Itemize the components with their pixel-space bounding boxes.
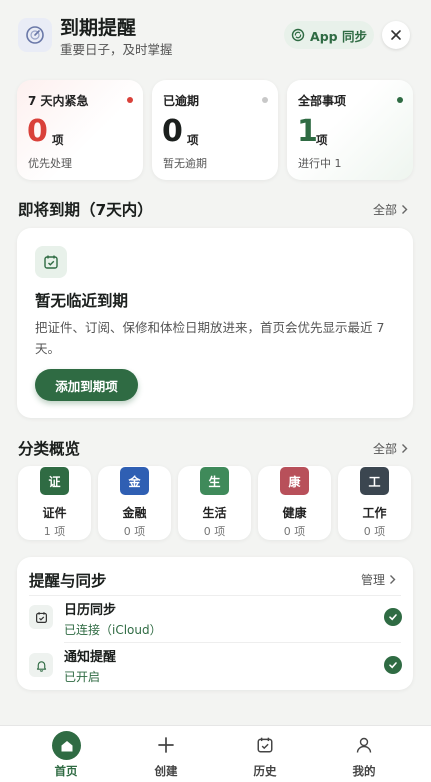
stat-value: 0 [27, 114, 48, 149]
category-name: 生活 [202, 506, 227, 520]
category-card-life[interactable]: 生 生活 0 项 [178, 466, 251, 540]
category-badge: 工 [360, 467, 389, 495]
category-count: 0 项 [283, 525, 306, 538]
chevron-right-icon [402, 444, 408, 453]
bottom-nav: 首页 创建 历史 我的 [0, 725, 431, 782]
empty-description: 把证件、订阅、保修和体检日期放进来，首页会优先显示最近 7 天。 [35, 320, 385, 356]
nav-item-history[interactable]: 历史 [230, 726, 300, 782]
link-label: 全部 [373, 203, 398, 217]
upcoming-empty-card: 暂无临近到期 把证件、订阅、保修和体检日期放进来，首页会优先显示最近 7 天。 … [17, 228, 413, 418]
category-name: 健康 [282, 506, 307, 520]
reminders-section-title: 提醒与同步 [29, 572, 107, 590]
close-button[interactable] [382, 21, 410, 49]
app-sync-button[interactable]: App 同步 [284, 21, 374, 49]
stat-card-all[interactable]: 全部事项 1 项 进行中 1 [287, 80, 413, 180]
nav-label: 创建 [154, 764, 178, 778]
close-icon [391, 30, 401, 40]
nav-label: 历史 [253, 764, 277, 778]
stat-value: 0 [162, 114, 183, 149]
check-icon [384, 656, 402, 674]
stat-unit: 项 [316, 133, 328, 147]
category-name: 金融 [122, 506, 147, 520]
chevron-right-icon [390, 575, 396, 584]
categories-all-link[interactable]: 全部 [373, 440, 408, 457]
category-card-documents[interactable]: 证 证件 1 项 [18, 466, 91, 540]
stat-value: 1 [297, 114, 318, 149]
stat-desc: 暂无逾期 [163, 157, 207, 170]
stat-label: 已逾期 [163, 94, 200, 108]
app-logo [18, 18, 52, 52]
upcoming-section-title: 即将到期（7天内） [18, 201, 153, 219]
nav-item-create[interactable]: 创建 [131, 726, 201, 782]
stat-unit: 项 [52, 133, 64, 147]
plus-icon [157, 736, 175, 758]
category-count: 0 项 [203, 525, 226, 538]
stat-label: 全部事项 [298, 94, 347, 108]
divider [29, 595, 401, 596]
category-card-work[interactable]: 工 工作 0 项 [338, 466, 411, 540]
categories-section-title: 分类概览 [18, 440, 81, 458]
status-dot [262, 97, 268, 103]
category-badge: 证 [40, 467, 69, 495]
chevron-right-icon [402, 205, 408, 214]
nav-label: 我的 [352, 764, 376, 778]
category-badge: 康 [280, 467, 309, 495]
app-sync-label: App 同步 [310, 28, 367, 44]
link-label: 全部 [373, 442, 398, 456]
nav-item-profile[interactable]: 我的 [329, 726, 399, 782]
reminder-row-status: 已开启 [64, 670, 101, 684]
stat-card-urgent[interactable]: 7 天内紧急 0 项 优先处理 [17, 80, 143, 180]
stat-label: 7 天内紧急 [28, 94, 89, 108]
link-label: 管理 [361, 573, 386, 587]
reminders-card: 提醒与同步 管理 日历同步 已连接（iCloud） 通知提醒 已开启 [17, 557, 413, 690]
sync-icon [291, 28, 305, 42]
clock-icon [26, 26, 44, 44]
category-count: 0 项 [363, 525, 386, 538]
nav-item-home[interactable]: 首页 [31, 726, 101, 782]
page-subtitle: 重要日子，及时掌握 [60, 42, 173, 57]
reminder-row-status: 已连接（iCloud） [64, 623, 162, 637]
category-badge: 金 [120, 467, 149, 495]
add-item-button[interactable]: 添加到期项 [35, 369, 138, 401]
category-name: 工作 [362, 506, 387, 520]
category-name: 证件 [42, 506, 67, 520]
category-badge: 生 [200, 467, 229, 495]
reminder-row-title: 日历同步 [64, 603, 117, 618]
calendar-check-icon [29, 605, 53, 629]
divider [64, 642, 401, 643]
category-count: 0 项 [123, 525, 146, 538]
status-dot [127, 97, 133, 103]
home-icon [52, 731, 81, 760]
nav-label: 首页 [54, 764, 78, 778]
reminders-manage-link[interactable]: 管理 [361, 571, 396, 588]
status-dot [397, 97, 403, 103]
upcoming-all-link[interactable]: 全部 [373, 201, 408, 218]
empty-title: 暂无临近到期 [35, 292, 129, 310]
page-title: 到期提醒 [60, 17, 137, 39]
user-icon [355, 736, 373, 758]
stat-desc: 进行中 1 [298, 157, 342, 170]
calendar-check-icon [256, 736, 274, 758]
stat-desc: 优先处理 [28, 157, 72, 170]
bell-icon [29, 653, 53, 677]
category-card-finance[interactable]: 金 金融 0 项 [98, 466, 171, 540]
calendar-check-icon [35, 246, 67, 278]
category-card-health[interactable]: 康 健康 0 项 [258, 466, 331, 540]
reminder-row-title: 通知提醒 [64, 650, 117, 665]
stat-unit: 项 [187, 133, 199, 147]
stat-card-overdue[interactable]: 已逾期 0 项 暂无逾期 [152, 80, 278, 180]
category-count: 1 项 [43, 525, 66, 538]
check-icon [384, 608, 402, 626]
